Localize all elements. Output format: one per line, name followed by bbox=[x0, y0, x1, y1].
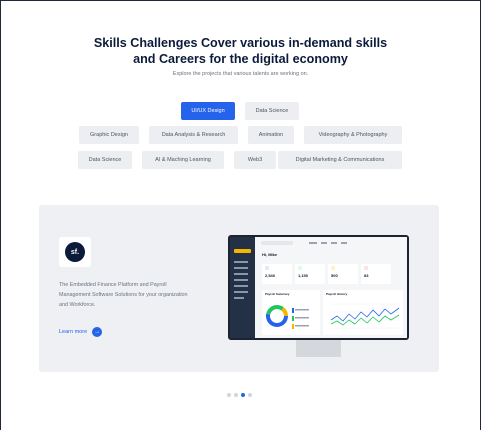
dashboard-screen: Hi, Mike 2,540 1,150 500 83 Payroll Summ… bbox=[230, 237, 407, 338]
title-line-2: and Careers for the digital economy bbox=[133, 52, 348, 66]
dashboard-topbar bbox=[257, 240, 404, 246]
stat-value: 1,150 bbox=[298, 273, 309, 278]
filter-tab-graphic-design[interactable]: Graphic Design bbox=[79, 126, 139, 144]
line-chart bbox=[330, 303, 400, 329]
stat-card: 2,540 bbox=[262, 264, 292, 284]
monitor-stand bbox=[296, 340, 341, 357]
page-subtitle: Explore the projects that various talent… bbox=[172, 71, 309, 77]
arrow-right-icon[interactable]: → bbox=[92, 327, 103, 337]
learn-more-link[interactable]: Learn more → bbox=[59, 327, 103, 337]
dashboard-greeting: Hi, Mike bbox=[262, 252, 278, 257]
sidebar-line bbox=[234, 267, 248, 269]
filter-tab-data-science[interactable]: Data Science bbox=[245, 102, 299, 120]
stat-card: 500 bbox=[328, 264, 358, 284]
stat-card: 1,150 bbox=[295, 264, 325, 284]
stat-value: 83 bbox=[364, 273, 369, 278]
learn-more-label: Learn more bbox=[59, 329, 88, 335]
sidebar-line bbox=[234, 285, 248, 287]
filter-tab-data-analysis[interactable]: Data Analysis & Research bbox=[149, 126, 238, 144]
carousel-dot-active[interactable] bbox=[241, 393, 245, 397]
sidebar-line bbox=[234, 279, 248, 281]
topbar-link bbox=[331, 242, 337, 244]
stat-card: 83 bbox=[361, 264, 391, 284]
filter-tab-ai-ml[interactable]: AI & Maching Learning bbox=[142, 151, 224, 169]
carousel-dot[interactable] bbox=[248, 393, 252, 397]
stat-icon bbox=[331, 266, 335, 270]
topbar-link bbox=[309, 242, 317, 244]
dashboard-search-bar bbox=[261, 241, 293, 245]
page-title: Skills Challenges Cover various in-deman… bbox=[0, 35, 481, 67]
sidebar-line bbox=[234, 291, 248, 293]
carousel-dot[interactable] bbox=[227, 393, 231, 397]
sidebar-logo-block bbox=[234, 249, 251, 253]
payroll-summary-card: Payroll Summary bbox=[262, 290, 320, 335]
topbar-link bbox=[321, 242, 327, 244]
payroll-history-card: Payroll History bbox=[323, 290, 403, 335]
carousel-dot[interactable] bbox=[234, 393, 238, 397]
logo-mark: sf. bbox=[65, 242, 85, 262]
filter-tab-digital-marketing[interactable]: Digital Marketing & Communications bbox=[278, 151, 402, 169]
dashboard-sidebar bbox=[230, 237, 255, 338]
filter-tab-ui-ux-design[interactable]: UI/UX Design bbox=[181, 102, 235, 120]
stat-value: 2,540 bbox=[265, 273, 276, 278]
donut-chart bbox=[266, 305, 309, 329]
project-description: The Embedded Finance Platform and Payrol… bbox=[59, 282, 188, 308]
topbar-link bbox=[341, 242, 347, 244]
sidebar-line bbox=[234, 261, 248, 263]
filter-tab-web3[interactable]: Web3 bbox=[234, 151, 276, 169]
stat-icon bbox=[298, 266, 302, 270]
stat-icon bbox=[265, 266, 269, 270]
title-line-1: Skills Challenges Cover various in-deman… bbox=[93, 36, 388, 50]
company-logo: sf. bbox=[59, 237, 91, 267]
filter-tab-data-science-2[interactable]: Data Science bbox=[78, 151, 132, 169]
filter-tab-videography[interactable]: Videography & Photography bbox=[304, 126, 402, 144]
stat-value: 500 bbox=[331, 273, 338, 278]
sidebar-line bbox=[234, 297, 244, 299]
stat-icon bbox=[364, 266, 368, 270]
dashboard-preview-image: Hi, Mike 2,540 1,150 500 83 Payroll Summ… bbox=[228, 235, 409, 340]
filter-tab-animation[interactable]: Animation bbox=[248, 126, 294, 144]
sidebar-line bbox=[234, 273, 248, 275]
